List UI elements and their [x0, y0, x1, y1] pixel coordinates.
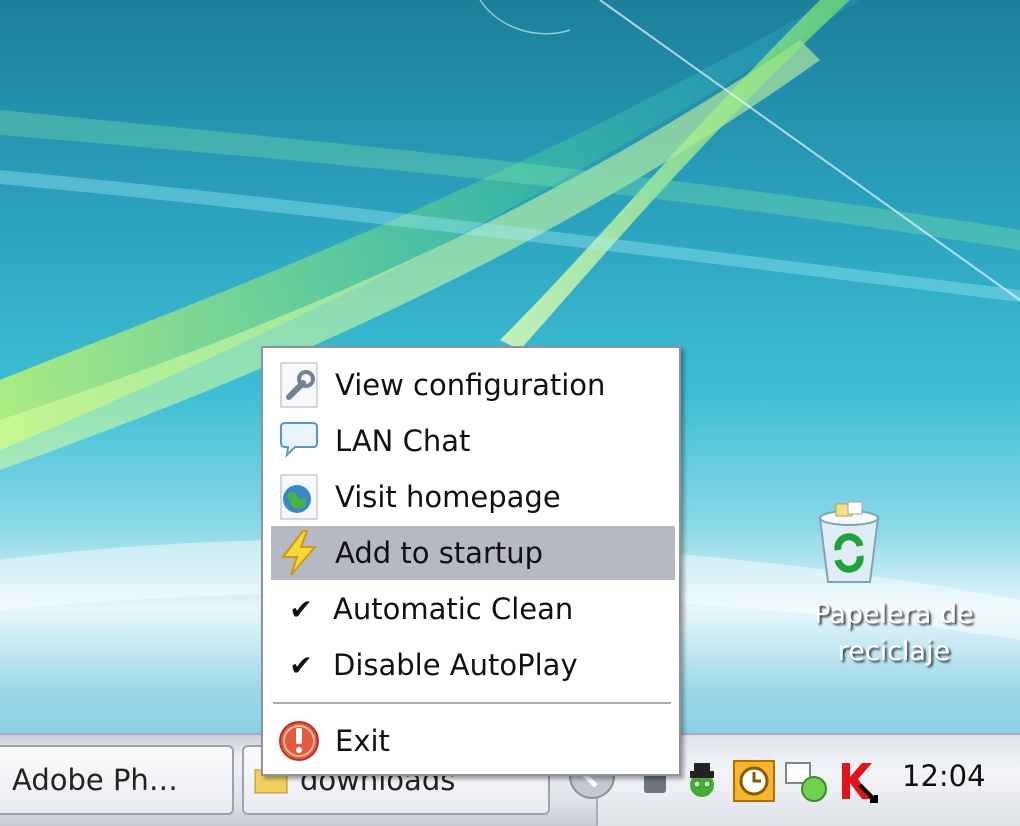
taskbar-button-adobe[interactable]: Adobe Ph…: [0, 745, 234, 815]
chat-bubble-icon: [275, 417, 323, 465]
menu-item-label: Exit: [335, 724, 390, 758]
menu-item-automatic-clean[interactable]: ✔ Automatic Clean: [271, 582, 675, 636]
menu-item-label: Visit homepage: [335, 480, 561, 514]
network-icon[interactable]: [784, 759, 828, 803]
kaspersky-icon[interactable]: [836, 759, 880, 803]
checkmark-icon: ✔: [289, 592, 313, 626]
menu-item-visit-homepage[interactable]: Visit homepage: [271, 470, 675, 524]
agent-icon[interactable]: [680, 759, 724, 803]
taskbar-button-label: Adobe Ph…: [12, 763, 178, 797]
menu-item-label: View configuration: [335, 368, 606, 402]
menu-item-label: Add to startup: [335, 536, 544, 570]
recycle-bin[interactable]: Papelera de reciclaje: [804, 498, 984, 670]
tray-context-menu: View configuration LAN Chat Visit homepa…: [261, 346, 681, 776]
menu-item-label: Automatic Clean: [333, 592, 574, 626]
recycle-bin-label: Papelera de reciclaje: [814, 599, 974, 667]
lightning-icon: [275, 529, 323, 577]
menu-item-view-configuration[interactable]: View configuration: [271, 358, 675, 412]
menu-item-exit[interactable]: Exit: [271, 714, 675, 768]
clock-icon[interactable]: [732, 759, 776, 803]
menu-item-label: LAN Chat: [335, 424, 471, 458]
wrench-icon: [275, 361, 323, 409]
checkmark-icon: ✔: [289, 648, 313, 682]
menu-item-disable-autoplay[interactable]: ✔ Disable AutoPlay: [271, 638, 675, 692]
menu-separator: [273, 702, 671, 705]
menu-item-label: Disable AutoPlay: [333, 648, 578, 682]
menu-item-add-to-startup[interactable]: Add to startup: [271, 526, 675, 580]
menu-item-lan-chat[interactable]: LAN Chat: [271, 414, 675, 468]
taskbar-clock[interactable]: 12:04: [902, 759, 986, 793]
recycle-bin-icon: [818, 498, 939, 588]
globe-icon: [275, 473, 323, 521]
exit-icon: [275, 717, 323, 765]
